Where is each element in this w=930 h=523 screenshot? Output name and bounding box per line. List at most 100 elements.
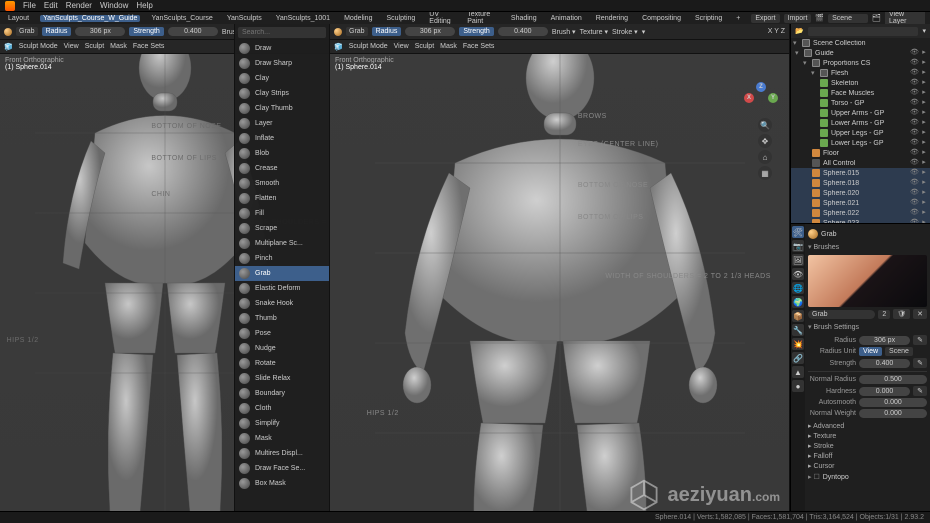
brush-item-draw-face-se-[interactable]: Draw Face Se... — [235, 461, 329, 476]
subpanel-falloff[interactable]: ▸ Falloff — [808, 451, 927, 461]
menu-view[interactable]: View — [64, 43, 79, 50]
restrict-icon[interactable]: ▸ — [920, 189, 928, 197]
brush-item-smooth[interactable]: Smooth — [235, 176, 329, 191]
import-button[interactable]: Import — [784, 14, 812, 23]
export-button[interactable]: Export — [751, 14, 779, 23]
outliner-row[interactable]: Face Muscles👁▸ — [791, 88, 930, 98]
eye-icon[interactable]: 👁 — [910, 149, 918, 157]
restrict-icon[interactable]: ▸ — [920, 79, 928, 87]
eye-icon[interactable]: 👁 — [910, 139, 918, 147]
menu-mask[interactable]: Mask — [110, 43, 127, 50]
brush-item-clay-thumb[interactable]: Clay Thumb — [235, 101, 329, 116]
outliner-row[interactable]: Sphere.018👁▸ — [791, 178, 930, 188]
strength-label[interactable]: Strength — [129, 27, 163, 36]
brush-item-snake-hook[interactable]: Snake Hook — [235, 296, 329, 311]
brush-item-fill[interactable]: Fill — [235, 206, 329, 221]
restrict-icon[interactable]: ▸ — [920, 49, 928, 57]
brush-item-rotate[interactable]: Rotate — [235, 356, 329, 371]
brush-item-scrape[interactable]: Scrape — [235, 221, 329, 236]
axis-z-icon[interactable]: Z — [756, 82, 766, 92]
autosmooth-slider[interactable]: 0.000 — [859, 398, 927, 407]
brush-item-boundary[interactable]: Boundary — [235, 386, 329, 401]
menu-item[interactable]: File — [23, 1, 36, 10]
brush-item-layer[interactable]: Layer — [235, 116, 329, 131]
outliner-scene-row[interactable]: ▾Scene Collection — [791, 38, 930, 48]
radius-slider[interactable]: 306 px — [75, 27, 125, 36]
brush-item-blob[interactable]: Blob — [235, 146, 329, 161]
brush-preview-icon[interactable] — [334, 28, 342, 36]
brush-search-input[interactable] — [238, 27, 326, 38]
eye-icon[interactable]: 👁 — [910, 49, 918, 57]
brush-preview-icon[interactable] — [4, 28, 12, 36]
restrict-icon[interactable]: ▸ — [920, 129, 928, 137]
outliner-row[interactable]: Sphere.022👁▸ — [791, 208, 930, 218]
brush-item-nudge[interactable]: Nudge — [235, 341, 329, 356]
mirror-xyz[interactable]: X Y Z — [768, 28, 785, 35]
strength-prop-slider[interactable]: 0.400 — [859, 359, 910, 368]
viewlayer-selector[interactable]: View Layer — [885, 12, 925, 24]
outliner-search-input[interactable] — [808, 27, 919, 36]
eye-icon[interactable]: 👁 — [910, 79, 918, 87]
menu-facesets[interactable]: Face Sets — [463, 43, 495, 50]
brush-item-thumb[interactable]: Thumb — [235, 311, 329, 326]
outliner-row[interactable]: All Control👁▸ — [791, 158, 930, 168]
tab-compo[interactable]: Compositing — [639, 15, 684, 22]
scene-selector[interactable]: Scene — [828, 14, 868, 23]
brush-item-multiplane-sc-[interactable]: Multiplane Sc... — [235, 236, 329, 251]
brush-item-draw-sharp[interactable]: Draw Sharp — [235, 56, 329, 71]
more-dropdown[interactable]: ▾ — [642, 28, 646, 36]
brush-name[interactable]: Grab — [16, 27, 38, 36]
radius-label[interactable]: Radius — [372, 27, 402, 36]
outliner-row[interactable]: Upper Arms - GP👁▸ — [791, 108, 930, 118]
eye-icon[interactable]: 👁 — [910, 129, 918, 137]
pressure-icon[interactable]: ✎ — [913, 358, 927, 368]
radius-unit-scene-button[interactable]: Scene — [885, 347, 913, 356]
menu-item[interactable]: Help — [136, 1, 152, 10]
persp-icon[interactable]: ▦ — [758, 166, 772, 180]
pressure-icon[interactable]: ✎ — [913, 335, 927, 345]
pan-icon[interactable]: ✥ — [758, 134, 772, 148]
radius-slider[interactable]: 306 px — [405, 27, 455, 36]
normalw-slider[interactable]: 0.000 — [859, 409, 927, 418]
prop-tab-constraint[interactable]: 🔗 — [792, 352, 804, 364]
outliner-row[interactable]: Lower Legs - GP👁▸ — [791, 138, 930, 148]
menu-facesets[interactable]: Face Sets — [133, 43, 165, 50]
mode-selector[interactable]: Sculpt Mode — [349, 43, 388, 50]
restrict-icon[interactable]: ▸ — [920, 159, 928, 167]
fake-user-icon[interactable]: 🛡 — [893, 309, 910, 319]
eye-icon[interactable]: 👁 — [910, 209, 918, 217]
radius-unit-view-button[interactable]: View — [859, 347, 882, 356]
outliner-row[interactable]: ▾Proportions CS👁▸ — [791, 58, 930, 68]
outliner-row[interactable]: Torso - GP👁▸ — [791, 98, 930, 108]
restrict-icon[interactable]: ▸ — [920, 59, 928, 67]
prop-tab-view[interactable]: 👁 — [792, 268, 804, 280]
menu-item[interactable]: Window — [100, 1, 128, 10]
brush-item-grab[interactable]: Grab — [235, 266, 329, 281]
dyntopo-panel[interactable]: Dyntopo — [823, 474, 849, 481]
brush-item-crease[interactable]: Crease — [235, 161, 329, 176]
normalr-slider[interactable]: 0.500 — [859, 375, 927, 384]
brush-name-field[interactable]: Grab — [808, 310, 875, 319]
menu-view[interactable]: View — [394, 43, 409, 50]
brush-item-pose[interactable]: Pose — [235, 326, 329, 341]
restrict-icon[interactable]: ▸ — [920, 209, 928, 217]
editor-type-icon[interactable]: 🧊 — [4, 43, 13, 51]
restrict-icon[interactable]: ▸ — [920, 119, 928, 127]
prop-tab-modifier[interactable]: 🔧 — [792, 324, 804, 336]
eye-icon[interactable]: 👁 — [910, 109, 918, 117]
strength-slider[interactable]: 0.400 — [168, 27, 218, 36]
brush-item-cloth[interactable]: Cloth — [235, 401, 329, 416]
brush-item-multires-displ-[interactable]: Multires Displ... — [235, 446, 329, 461]
brush-name[interactable]: Grab — [346, 27, 368, 36]
restrict-icon[interactable]: ▸ — [920, 109, 928, 117]
prop-tab-world[interactable]: 🌍 — [792, 296, 804, 308]
strength-slider[interactable]: 0.400 — [498, 27, 548, 36]
prop-tab-scene[interactable]: 🌐 — [792, 282, 804, 294]
menu-mask[interactable]: Mask — [440, 43, 457, 50]
restrict-icon[interactable]: ▸ — [920, 199, 928, 207]
eye-icon[interactable]: 👁 — [910, 189, 918, 197]
restrict-icon[interactable]: ▸ — [920, 99, 928, 107]
menu-sculpt[interactable]: Sculpt — [415, 43, 434, 50]
prop-tab-object[interactable]: 📦 — [792, 310, 804, 322]
unlink-icon[interactable]: ✕ — [913, 309, 927, 319]
